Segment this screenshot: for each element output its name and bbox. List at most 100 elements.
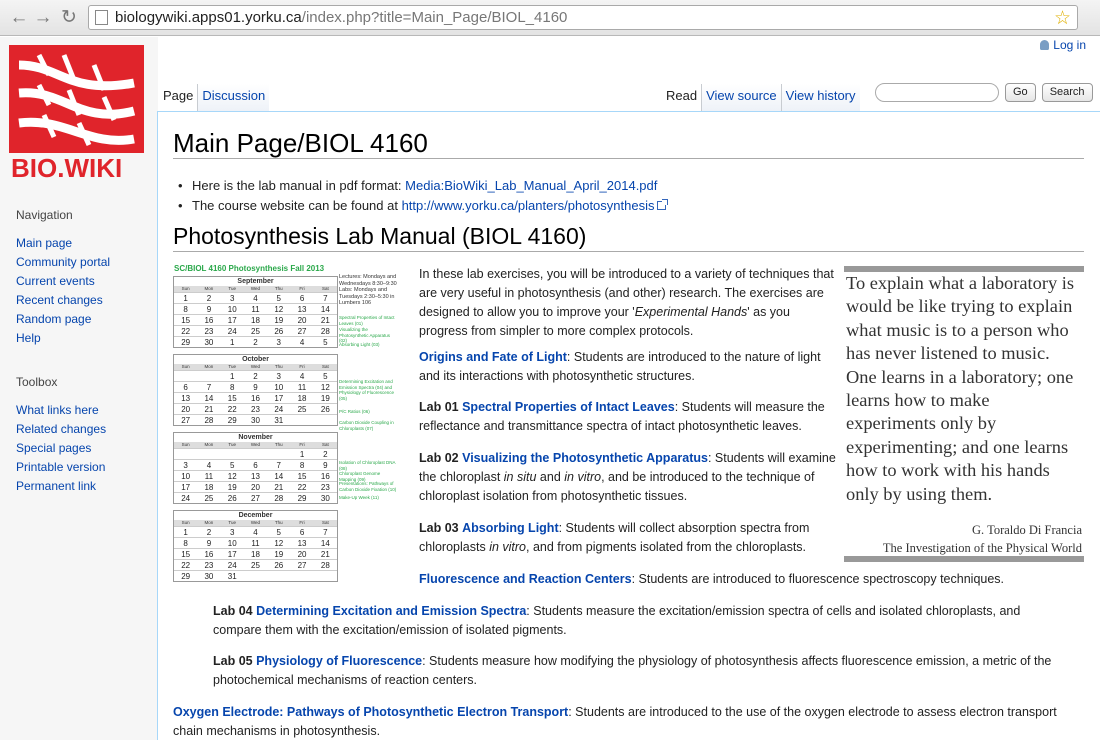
calendar-day: 21 xyxy=(274,483,284,492)
calendar-day: 2 xyxy=(206,528,212,537)
calendar-day xyxy=(314,415,337,425)
sidebar-item-recent-changes[interactable]: Recent changes xyxy=(16,291,110,310)
lab03-link[interactable]: Absorbing Light xyxy=(462,521,559,535)
calendar-month: December Sun Mon Tue Wed Thu Fri Sat 1 2 3 4 5 6 7 8 9 10… xyxy=(173,510,338,582)
login-link[interactable]: Log in xyxy=(1040,38,1086,52)
tab-page[interactable]: Page xyxy=(159,84,198,111)
quote-book: The Investigation of the Physical World xyxy=(882,541,1082,555)
calendar-week: 3 4 5 6 7 8 9 xyxy=(174,459,337,470)
calendar-week: 17 18 19 20 21 22 23 xyxy=(174,481,337,492)
bio-wiki-logo[interactable]: BIO.WIKI xyxy=(9,45,144,183)
calendar-day xyxy=(267,449,290,459)
calendar-day: 8 xyxy=(229,383,235,392)
calendar-day: 5 xyxy=(276,528,281,537)
toolbox-item-related-changes[interactable]: Related changes xyxy=(16,420,106,439)
calendar-day: 21 xyxy=(204,405,214,414)
search-input[interactable] xyxy=(875,83,999,102)
calendar-day: 26 xyxy=(274,561,284,570)
calendar-week: 6 7 8 9 10 11 12 xyxy=(174,381,337,392)
calendar-day: 20 xyxy=(297,550,307,559)
lab05-label: Lab 05 xyxy=(213,654,253,668)
calendar-day: 14 xyxy=(320,305,330,314)
lab01-link[interactable]: Spectral Properties of Intact Leaves xyxy=(462,400,675,414)
lab04-link[interactable]: Determining Excitation and Emission Spec… xyxy=(256,604,526,618)
toolbox-item-what-links-here[interactable]: What links here xyxy=(16,401,106,420)
calendar-day: 13 xyxy=(251,472,260,481)
calendar-month: October Sun Mon Tue Wed Thu Fri Sat 1 2 3 4 5 6 7 8 9 10 1… xyxy=(173,354,338,426)
back-icon[interactable]: ← xyxy=(8,7,30,29)
toolbox-item-printable-version[interactable]: Printable version xyxy=(16,458,106,477)
toolbox-item-special-pages[interactable]: Special pages xyxy=(16,439,106,458)
calendar-day xyxy=(314,571,337,581)
sidebar-item-help[interactable]: Help xyxy=(16,329,110,348)
sidebar-item-current-events[interactable]: Current events xyxy=(16,272,110,291)
sidebar-item-random-page[interactable]: Random page xyxy=(16,310,110,329)
calendar-day: 30 xyxy=(204,338,214,347)
calendar-day: 17 xyxy=(274,394,284,403)
calendar-weekday: Fri xyxy=(299,364,305,369)
calendar-month-name: December xyxy=(238,512,273,519)
calendar-day: 6 xyxy=(299,528,305,537)
lab02-link[interactable]: Visualizing the Photosynthetic Apparatus xyxy=(462,451,708,465)
calendar-day: 15 xyxy=(181,316,191,325)
calendar-day: 23 xyxy=(204,327,214,336)
oxygen-electrode-link[interactable]: Oxygen Electrode: Pathways of Photosynth… xyxy=(173,705,568,719)
user-icon xyxy=(1040,40,1050,50)
reload-icon[interactable]: ↻ xyxy=(58,7,80,29)
course-calendar-image[interactable]: SC/BIOL 4160 Photosynthesis Fall 2013 Se… xyxy=(173,264,397,584)
forward-icon[interactable]: → xyxy=(32,7,54,29)
calendar-day: 5 xyxy=(323,338,328,347)
calendar-day: 13 xyxy=(297,305,307,314)
calendar-day: 11 xyxy=(251,539,260,548)
calendar-day xyxy=(267,571,290,581)
intro-emphasis: Experimental Hands xyxy=(634,305,748,319)
calendar-day: 20 xyxy=(297,316,307,325)
calendar-day: 25 xyxy=(251,561,260,570)
calendar-week: 29 30 1 2 3 4 5 xyxy=(174,336,337,347)
intro-list: Here is the lab manual in pdf format: Me… xyxy=(178,176,669,216)
origins-link[interactable]: Origins and Fate of Light xyxy=(419,350,567,364)
calendar-day: 20 xyxy=(181,405,191,414)
fluorescence-paragraph: Fluorescence and Reaction Centers: Stude… xyxy=(419,570,1089,589)
lab02-text: and xyxy=(536,470,565,484)
address-bar[interactable]: biologywiki.apps01.yorku.ca/index.php?ti… xyxy=(88,5,1078,30)
calendar-day: 27 xyxy=(297,561,307,570)
calendar-day: 15 xyxy=(297,472,307,481)
calendar-weekday: Thu xyxy=(274,520,283,525)
calendar-day: 8 xyxy=(183,305,188,314)
tab-view-source[interactable]: View source xyxy=(701,84,781,111)
calendar-day: 18 xyxy=(297,394,307,403)
sidebar-item-community-portal[interactable]: Community portal xyxy=(16,253,110,272)
toolbox-portal: Toolbox What links here Related changes Sp… xyxy=(16,375,106,496)
lab05-link[interactable]: Physiology of Fluorescence xyxy=(256,654,422,668)
calendar-day: 4 xyxy=(253,528,258,537)
lab03-label: Lab 03 xyxy=(419,521,459,535)
calendar-day: 30 xyxy=(251,416,260,425)
bookmark-star-icon[interactable]: ☆ xyxy=(1054,7,1071,30)
go-button[interactable]: Go xyxy=(1005,83,1036,102)
course-website-link[interactable]: http://www.yorku.ca/planters/photosynthe… xyxy=(402,198,655,213)
calendar-week: 1 2 3 4 5 6 7 xyxy=(174,292,337,303)
calendar-weekday: Sat xyxy=(321,364,329,369)
tab-discussion[interactable]: Discussion xyxy=(197,84,270,111)
calendar-day: 2 xyxy=(253,372,258,381)
search-button[interactable]: Search xyxy=(1041,83,1093,102)
calendar-lectures: Lectures: Mondays and Wednesdays 8:30–9:… xyxy=(339,274,397,306)
list-item: The course website can be found at http:… xyxy=(178,196,669,216)
calendar-day: 14 xyxy=(204,394,214,403)
sidebar-item-main-page[interactable]: Main page xyxy=(16,234,110,253)
tab-read[interactable]: Read xyxy=(662,84,702,111)
lab-manual-pdf-link[interactable]: Media:BioWiki_Lab_Manual_April_2014.pdf xyxy=(405,178,657,193)
calendar-note: Absorbing Light (03) xyxy=(339,342,380,347)
calendar-day: 28 xyxy=(204,416,214,425)
calendar-weekday-row: Sun Mon Tue Wed Thu Fri Sat xyxy=(174,286,337,292)
url-domain: biologywiki.apps01.yorku.ca xyxy=(115,9,302,26)
calendar-day: 4 xyxy=(299,372,305,381)
toolbox-item-permanent-link[interactable]: Permanent link xyxy=(16,477,106,496)
calendar-day: 7 xyxy=(323,294,328,303)
calendar-day: 7 xyxy=(206,383,212,392)
bullet1-text: Here is the lab manual in pdf format: xyxy=(192,178,406,193)
section-heading: Photosynthesis Lab Manual (BIOL 4160) xyxy=(173,223,587,249)
fluorescence-link[interactable]: Fluorescence and Reaction Centers xyxy=(419,572,632,586)
tab-view-history[interactable]: View history xyxy=(780,84,860,111)
